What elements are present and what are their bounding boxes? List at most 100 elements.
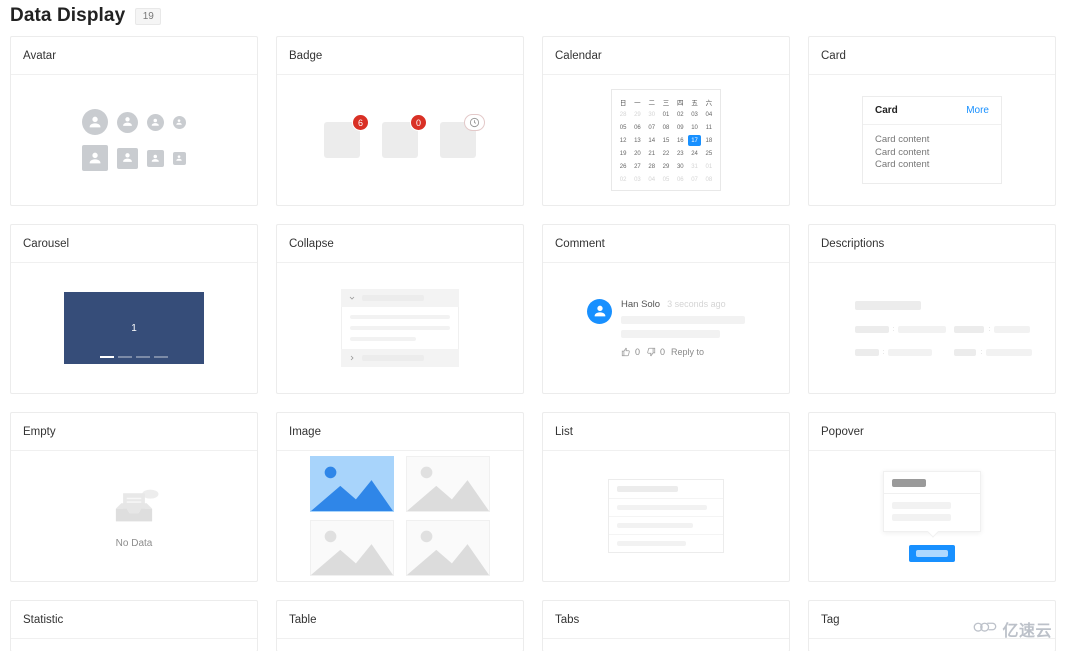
avatar-icon[interactable] <box>117 147 138 169</box>
list-item[interactable] <box>609 480 723 499</box>
calendar-day[interactable]: 25 <box>702 147 716 160</box>
card-card-title: Card <box>809 37 1055 75</box>
card-list[interactable]: List <box>542 412 790 582</box>
card-badge[interactable]: Badge 6 0 <box>276 36 524 206</box>
card-empty[interactable]: Empty No Data <box>10 412 258 582</box>
calendar-day[interactable]: 05 <box>659 173 673 186</box>
calendar-day[interactable]: 30 <box>673 160 687 173</box>
image-thumbnail[interactable] <box>310 456 394 512</box>
collapse-panel-header-collapsed[interactable] <box>341 349 459 367</box>
avatar-icon[interactable] <box>117 111 138 133</box>
calendar-day[interactable]: 29 <box>659 160 673 173</box>
calendar-day[interactable]: 06 <box>673 173 687 186</box>
calendar-day[interactable]: 19 <box>616 147 630 160</box>
badge-item[interactable] <box>440 114 485 158</box>
reply-link[interactable]: Reply to <box>671 347 704 357</box>
calendar-day[interactable]: 15 <box>659 134 673 147</box>
calendar-day[interactable]: 13 <box>630 134 644 147</box>
card-carousel[interactable]: Carousel 1 <box>10 224 258 394</box>
list-item[interactable] <box>609 535 723 552</box>
card-table[interactable]: Table <box>276 600 524 651</box>
calendar-day[interactable]: 02 <box>673 108 687 121</box>
card-avatar[interactable]: Avatar <box>10 36 258 206</box>
list-widget[interactable] <box>608 479 724 553</box>
card-popover[interactable]: Popover <box>808 412 1056 582</box>
calendar-day[interactable]: 03 <box>630 173 644 186</box>
carousel-dots[interactable] <box>64 356 204 358</box>
image-thumbnail[interactable] <box>406 520 490 576</box>
carousel-dot[interactable] <box>118 356 132 358</box>
carousel-dot[interactable] <box>136 356 150 358</box>
calendar-day[interactable]: 14 <box>645 134 659 147</box>
calendar-day[interactable]: 18 <box>702 134 716 147</box>
calendar-weekday: 日 <box>619 99 627 107</box>
calendar-day[interactable]: 05 <box>616 121 630 134</box>
calendar-day[interactable]: 28 <box>616 108 630 121</box>
carousel-dot[interactable] <box>154 356 168 358</box>
calendar-day[interactable]: 07 <box>687 173 701 186</box>
avatar-icon[interactable] <box>147 113 164 131</box>
calendar-day[interactable]: 16 <box>673 134 687 147</box>
calendar-day[interactable]: 28 <box>645 160 659 173</box>
calendar-day[interactable]: 30 <box>645 108 659 121</box>
collapse-panel-header-expanded[interactable] <box>341 289 459 307</box>
card-tabs[interactable]: Tabs <box>542 600 790 651</box>
popover-trigger-button[interactable] <box>909 544 955 562</box>
calendar-day[interactable]: 04 <box>702 108 716 121</box>
avatar-icon[interactable] <box>82 109 108 135</box>
clock-icon <box>464 114 485 131</box>
card-calendar[interactable]: Calendar 日一二三四五六 28 29 30 01 02 03 04 05 06 07 08 0… <box>542 36 790 206</box>
calendar-day[interactable]: 01 <box>659 108 673 121</box>
calendar-widget[interactable]: 日一二三四五六 28 29 30 01 02 03 04 05 06 07 08 09 10 11 12 13… <box>611 89 721 191</box>
calendar-day[interactable]: 31 <box>687 160 701 173</box>
avatar[interactable] <box>587 298 612 324</box>
calendar-day[interactable]: 03 <box>687 108 701 121</box>
badge-item[interactable]: 6 <box>324 114 369 158</box>
calendar-day[interactable]: 09 <box>673 121 687 134</box>
collapse-widget[interactable] <box>341 289 459 367</box>
page-title: Data Display <box>10 5 126 26</box>
card-statistic[interactable]: Statistic <box>10 600 258 651</box>
calendar-day[interactable]: 27 <box>630 160 644 173</box>
calendar-day[interactable]: 23 <box>673 147 687 160</box>
list-item[interactable] <box>609 499 723 517</box>
calendar-day[interactable]: 08 <box>659 121 673 134</box>
comment-author[interactable]: Han Solo <box>621 299 660 310</box>
dislike-button[interactable]: 0 <box>646 347 665 358</box>
avatar-icon[interactable] <box>173 115 186 129</box>
calendar-day[interactable]: 29 <box>630 108 644 121</box>
avatar-icon[interactable] <box>147 149 164 167</box>
calendar-day[interactable]: 07 <box>645 121 659 134</box>
calendar-day[interactable]: 12 <box>616 134 630 147</box>
calendar-day[interactable]: 04 <box>645 173 659 186</box>
calendar-day[interactable]: 21 <box>645 147 659 160</box>
image-thumbnail[interactable] <box>310 520 394 576</box>
calendar-day[interactable]: 10 <box>687 121 701 134</box>
calendar-day[interactable]: 20 <box>630 147 644 160</box>
card-image[interactable]: Image <box>276 412 524 582</box>
calendar-day[interactable]: 26 <box>616 160 630 173</box>
calendar-day[interactable]: 02 <box>616 173 630 186</box>
calendar-day[interactable]: 06 <box>630 121 644 134</box>
like-button[interactable]: 0 <box>621 347 640 358</box>
carousel-dot[interactable] <box>100 356 114 358</box>
card-collapse[interactable]: Collapse <box>276 224 524 394</box>
calendar-day[interactable]: 24 <box>687 147 701 160</box>
card-comment[interactable]: Comment Han Solo 3 seconds ago 0 0 Reply… <box>542 224 790 394</box>
calendar-day[interactable]: 11 <box>702 121 716 134</box>
card-card[interactable]: Card Card More Card content Card content… <box>808 36 1056 206</box>
calendar-day[interactable]: 22 <box>659 147 673 160</box>
card-table-title: Table <box>277 601 523 639</box>
avatar-icon[interactable] <box>82 145 108 171</box>
calendar-day[interactable]: 01 <box>702 160 716 173</box>
more-link[interactable]: More <box>966 105 989 116</box>
image-thumbnail[interactable] <box>406 456 490 512</box>
list-item[interactable] <box>609 517 723 535</box>
avatar-icon[interactable] <box>173 151 186 165</box>
carousel-widget[interactable]: 1 <box>64 292 204 364</box>
calendar-days-grid[interactable]: 28 29 30 01 02 03 04 05 06 07 08 09 10 11 12 13 14 15 16 17… <box>616 108 716 186</box>
calendar-day[interactable]: 08 <box>702 173 716 186</box>
badge-item[interactable]: 0 <box>382 114 427 158</box>
card-descriptions[interactable]: Descriptions : ::: <box>808 224 1056 394</box>
calendar-day-selected[interactable]: 17 <box>687 134 702 147</box>
